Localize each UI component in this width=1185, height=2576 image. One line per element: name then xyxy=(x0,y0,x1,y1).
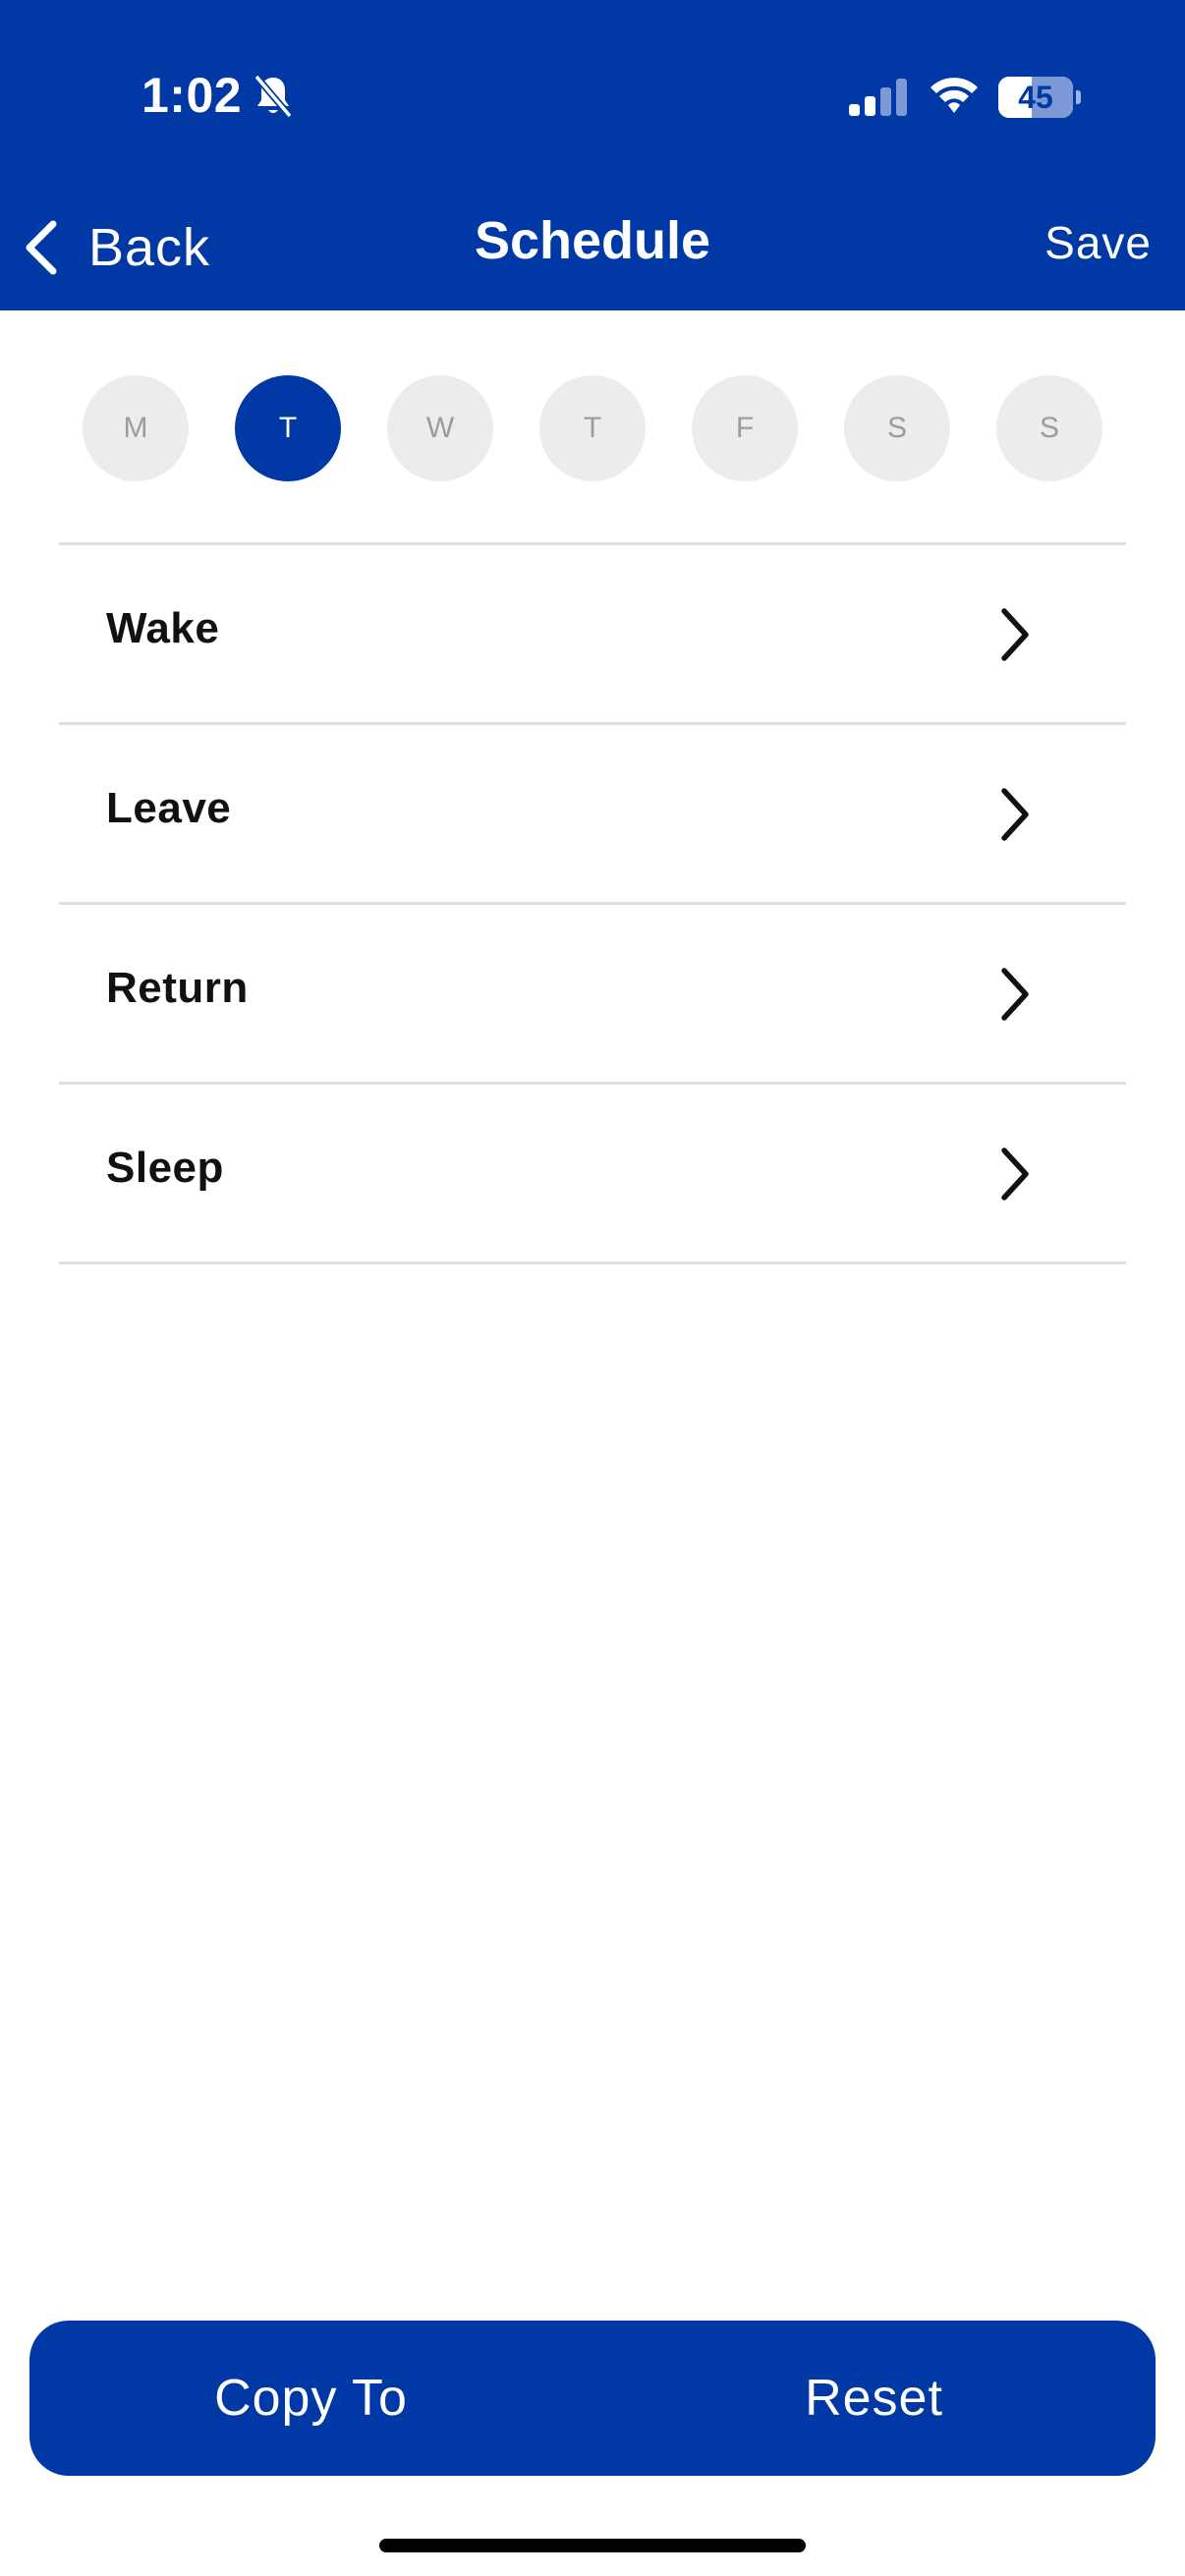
day-label: S xyxy=(1039,412,1059,444)
day-tuesday[interactable]: T xyxy=(235,375,341,481)
cellular-signal-icon xyxy=(849,79,907,116)
app-header: 1:02 45 Back Schedule Save xyxy=(0,0,1185,310)
bell-slash-icon xyxy=(254,74,293,119)
schedule-period-list: Wake Leave Return Sleep xyxy=(59,542,1126,1264)
battery-icon: 45 xyxy=(998,77,1081,118)
chevron-right-icon xyxy=(1001,788,1029,841)
day-friday[interactable]: F xyxy=(692,375,798,481)
day-label: M xyxy=(123,412,148,444)
list-item-sleep[interactable]: Sleep xyxy=(59,1085,1126,1261)
chevron-right-icon xyxy=(1001,968,1029,1021)
battery-nub xyxy=(1076,90,1081,104)
copy-to-button[interactable]: Copy To xyxy=(29,2321,592,2476)
day-label: T xyxy=(278,412,298,444)
list-item-label: Wake xyxy=(106,604,220,652)
back-button[interactable]: Back xyxy=(22,208,238,287)
day-label: T xyxy=(583,412,602,444)
bottom-action-bar: Copy To Reset xyxy=(29,2321,1156,2476)
day-selector: M T W T F S S xyxy=(83,375,1102,481)
day-monday[interactable]: M xyxy=(83,375,189,481)
status-time: 1:02 xyxy=(141,68,243,123)
list-item-return[interactable]: Return xyxy=(59,905,1126,1082)
day-label: W xyxy=(425,412,455,444)
list-item-label: Sleep xyxy=(106,1144,224,1192)
back-label: Back xyxy=(88,218,211,277)
chevron-right-icon xyxy=(1001,1148,1029,1201)
reset-button[interactable]: Reset xyxy=(592,2321,1156,2476)
day-sunday[interactable]: S xyxy=(996,375,1102,481)
battery-body: 45 xyxy=(998,77,1073,118)
day-label: S xyxy=(886,412,907,444)
day-label: F xyxy=(735,412,755,444)
divider xyxy=(59,1261,1126,1264)
day-thursday[interactable]: T xyxy=(539,375,646,481)
schedule-screen: 1:02 45 Back Schedule Save M T W T F S S… xyxy=(0,0,1185,2576)
list-item-label: Return xyxy=(106,964,249,1012)
list-item-label: Leave xyxy=(106,784,232,832)
home-indicator[interactable] xyxy=(379,2539,806,2552)
chevron-right-icon xyxy=(1001,608,1029,661)
list-item-wake[interactable]: Wake xyxy=(59,545,1126,722)
day-wednesday[interactable]: W xyxy=(387,375,493,481)
save-button[interactable]: Save xyxy=(1044,216,1152,269)
chevron-left-icon xyxy=(26,220,57,275)
list-item-leave[interactable]: Leave xyxy=(59,725,1126,902)
day-saturday[interactable]: S xyxy=(844,375,950,481)
battery-percent: 45 xyxy=(1018,80,1053,115)
wifi-icon xyxy=(931,78,978,113)
